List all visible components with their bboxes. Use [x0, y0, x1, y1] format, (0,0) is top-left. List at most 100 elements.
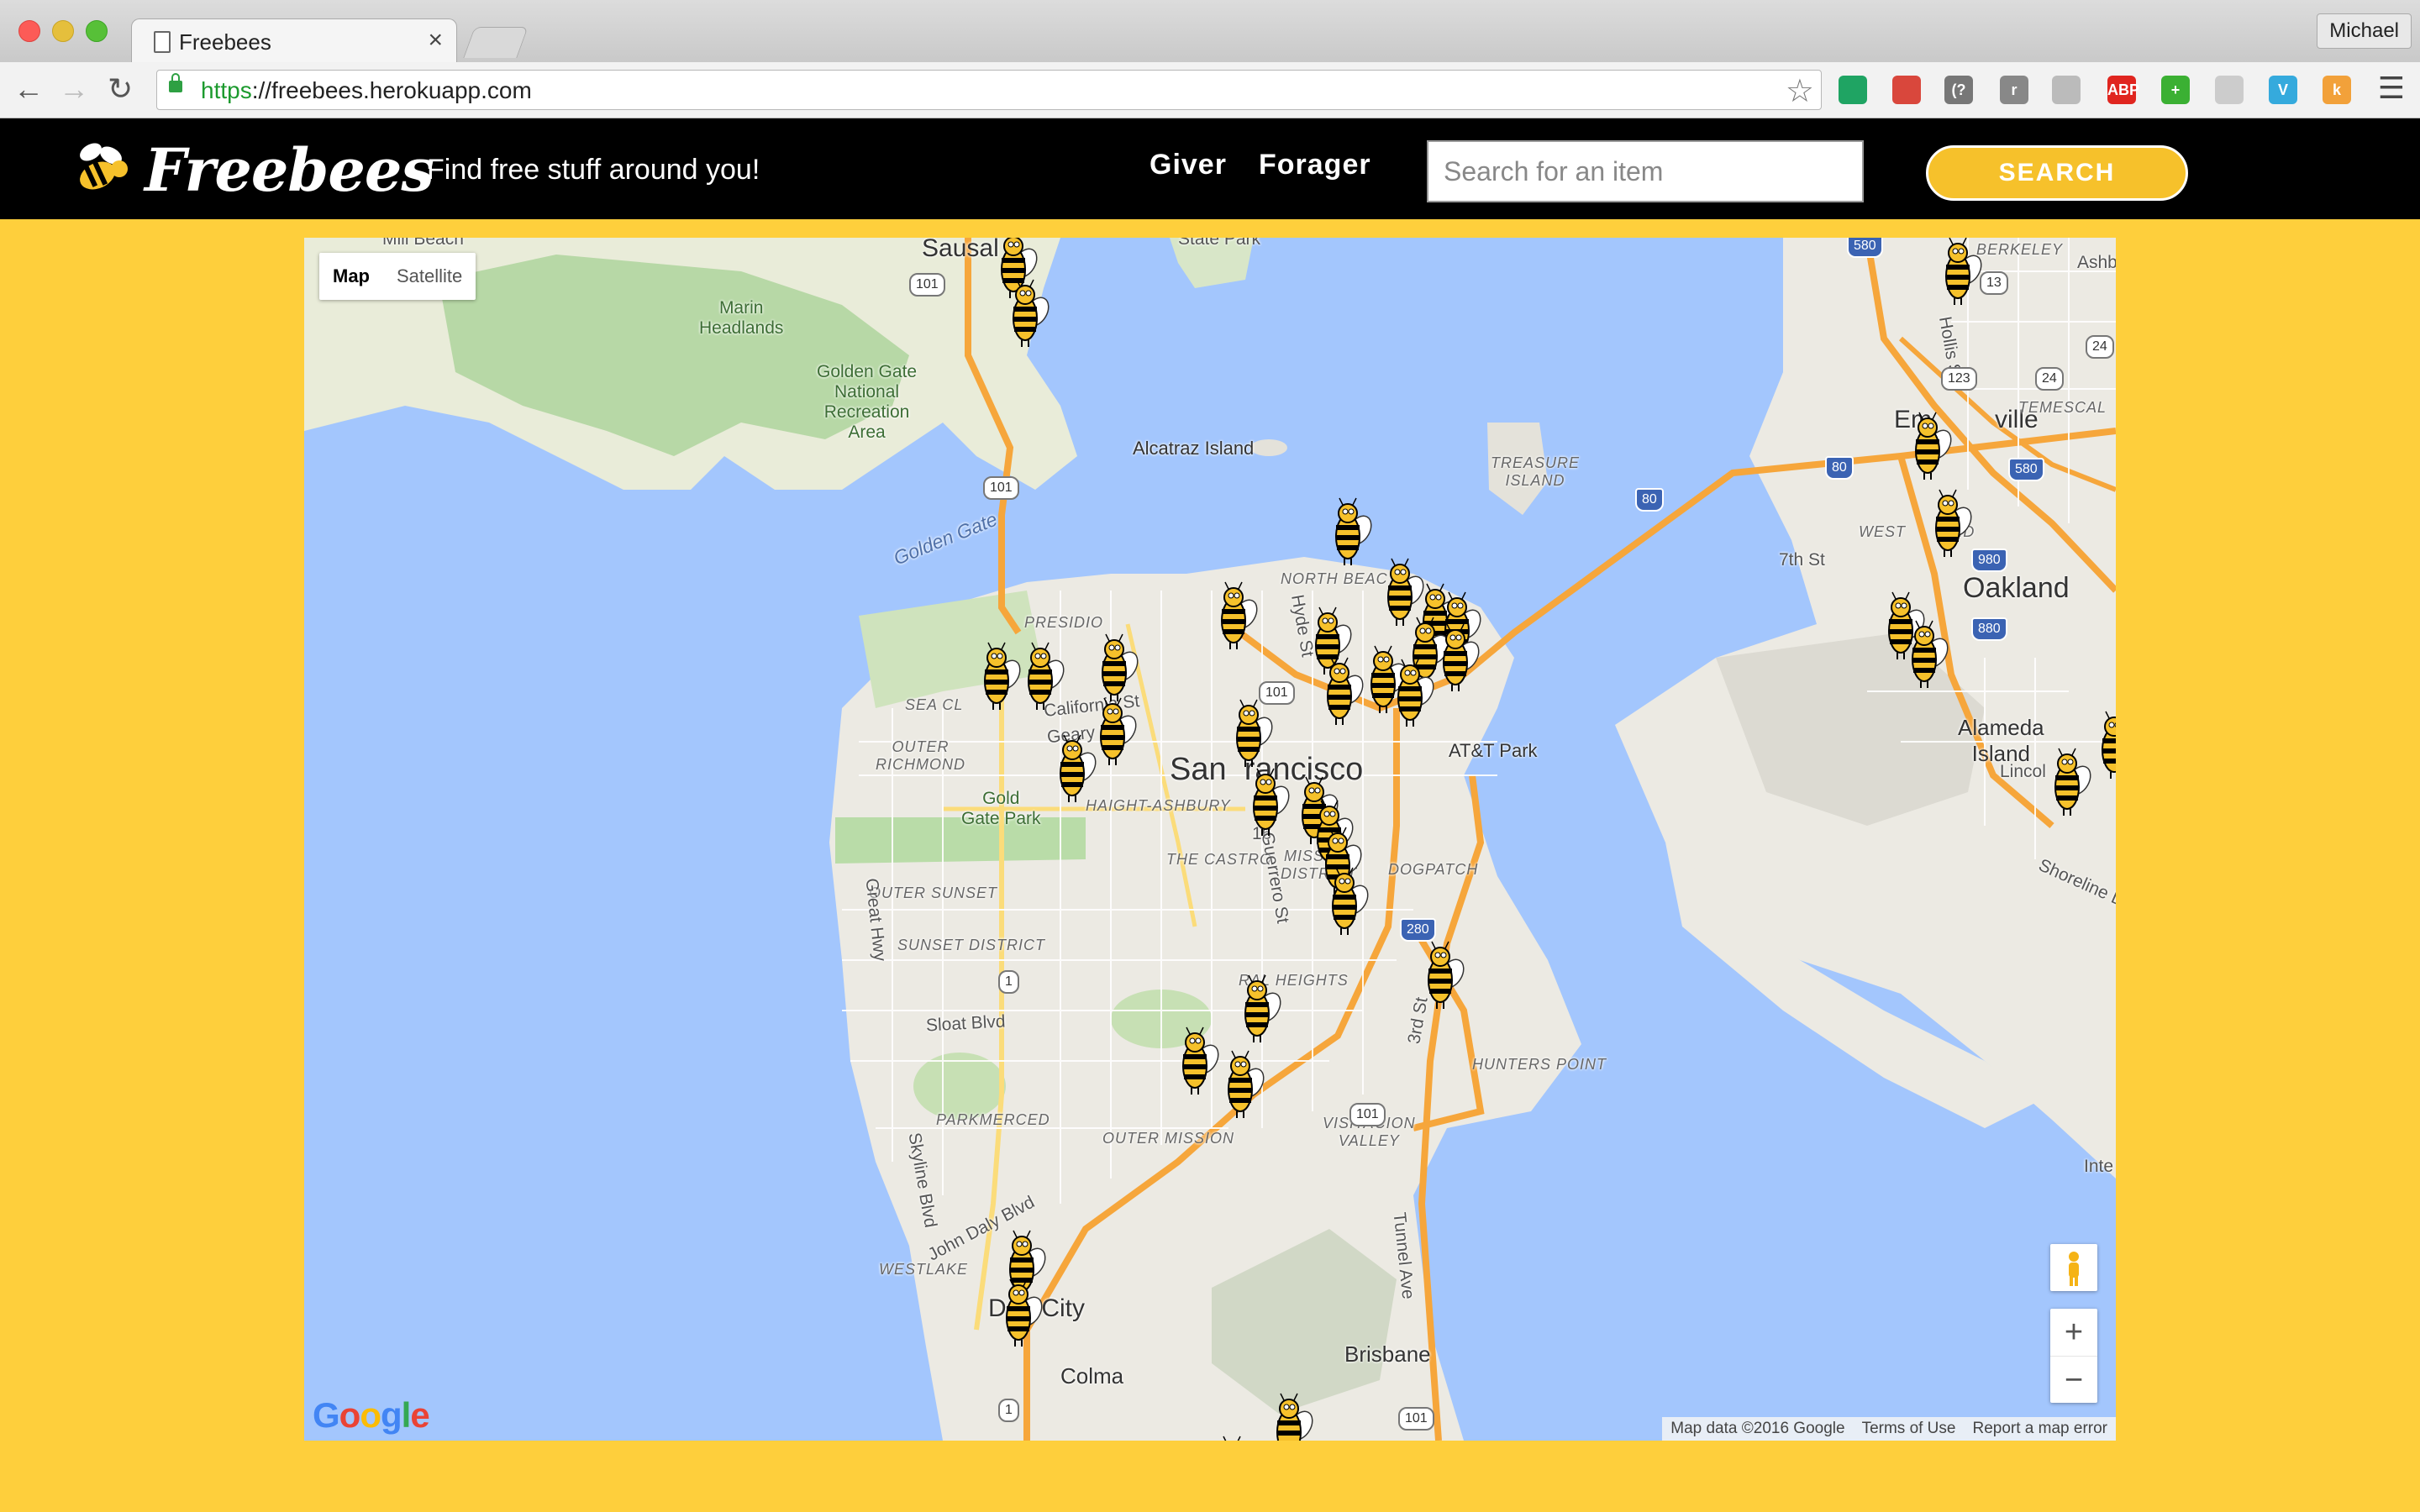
- bee-marker-icon[interactable]: [1020, 641, 1067, 711]
- map-label-colma: Colma: [1060, 1363, 1124, 1389]
- terms-of-use-link[interactable]: Terms of Use: [1854, 1417, 1965, 1441]
- search-button[interactable]: SEARCH: [1926, 145, 2188, 201]
- google-logo[interactable]: Google: [313, 1395, 430, 1436]
- map-label-mill-beach: Mill Beach: [382, 238, 464, 249]
- back-arrow-icon[interactable]: ←: [13, 71, 44, 108]
- forward-arrow-icon[interactable]: →: [59, 71, 89, 108]
- bee-marker-icon[interactable]: [1928, 488, 1975, 559]
- bee-marker-icon[interactable]: [1245, 767, 1292, 837]
- map-label-sea-cliff: SEA CL: [905, 696, 964, 713]
- window-minimize-button[interactable]: [52, 20, 74, 42]
- zoom-in-button[interactable]: +: [2050, 1309, 2097, 1356]
- map-label-alameda: Alameda Island: [1958, 715, 2044, 766]
- bee-marker-icon[interactable]: [998, 1278, 1045, 1348]
- map-label-haight-ashbury: HAIGHT-ASHBURY: [1086, 797, 1231, 814]
- bee-marker-icon[interactable]: [1938, 238, 1985, 307]
- map-label-marin-headlands: Marin Headlands: [699, 298, 784, 338]
- tab-title: Freebees: [179, 29, 271, 55]
- bee-marker-icon[interactable]: [1212, 1435, 1259, 1441]
- reload-icon[interactable]: ↻: [108, 71, 133, 108]
- bee-marker-icon[interactable]: [1228, 698, 1276, 769]
- bee-marker-icon[interactable]: [1269, 1392, 1316, 1441]
- highway-shield: 24: [2035, 367, 2064, 391]
- bee-marker-icon[interactable]: [1052, 733, 1099, 804]
- highway-shield: 101: [1398, 1407, 1434, 1431]
- adblock-plus-icon[interactable]: ABP: [2107, 76, 2139, 104]
- map-label-7th-st: 7th St: [1779, 550, 1825, 570]
- tab-close-icon[interactable]: ×: [428, 26, 443, 55]
- bee-marker-icon[interactable]: [1319, 656, 1366, 727]
- bee-marker-icon[interactable]: [1420, 940, 1467, 1011]
- bee-marker-icon[interactable]: [1213, 580, 1260, 651]
- highway-shield: 1: [998, 1399, 1019, 1422]
- map-view[interactable]: Mill Beach State Park Sausal Marin Headl…: [304, 238, 2116, 1441]
- street-view-pegman-icon[interactable]: [2050, 1244, 2097, 1291]
- search-input[interactable]: [1427, 140, 1864, 202]
- vimeo-blue-icon[interactable]: V: [2269, 76, 2297, 104]
- circle-grey-icon[interactable]: [2215, 76, 2244, 104]
- highway-shield: 980: [1971, 549, 2007, 572]
- highway-shield: 24: [2086, 335, 2114, 359]
- bee-marker-icon[interactable]: [1324, 866, 1371, 937]
- map-label-att-park: AT&T Park: [1449, 740, 1538, 761]
- zoom-out-button[interactable]: −: [2050, 1356, 2097, 1404]
- bee-marker-icon[interactable]: [1328, 496, 1375, 567]
- lock-icon: [169, 73, 182, 92]
- bee-marker-icon[interactable]: [1220, 1049, 1267, 1120]
- brand-logo[interactable]: Freebees: [145, 135, 434, 205]
- bee-marker-icon[interactable]: [2094, 710, 2116, 780]
- new-tab-button[interactable]: [463, 27, 529, 58]
- map-label-brisbane: Brisbane: [1344, 1341, 1431, 1367]
- map-label-golden-gate-park: Gold Gate Park: [961, 789, 1041, 828]
- highway-shield: 101: [1349, 1103, 1386, 1126]
- map-label-state-park: State Park: [1178, 238, 1261, 249]
- map-attribution: Map data ©2016 Google Terms of Use Repor…: [1662, 1417, 2116, 1441]
- bee-marker-icon[interactable]: [1907, 411, 1954, 481]
- bee-marker-icon[interactable]: [976, 641, 1023, 711]
- readability-icon[interactable]: r: [2000, 76, 2028, 104]
- hamburger-menu-icon[interactable]: ☰: [2378, 71, 2405, 106]
- bee-marker-icon[interactable]: [1092, 696, 1139, 767]
- bee-marker-icon[interactable]: [1904, 619, 1951, 690]
- window-close-button[interactable]: [18, 20, 40, 42]
- bookmark-red-icon[interactable]: [1892, 76, 1921, 104]
- profile-button[interactable]: Michael: [2317, 13, 2412, 49]
- map-label-sloat-blvd: Sloat Blvd: [925, 1011, 1007, 1036]
- highway-shield: 80: [1825, 456, 1854, 480]
- drive-grey-icon[interactable]: [2052, 76, 2081, 104]
- map-type-satellite-button[interactable]: Satellite: [383, 253, 476, 300]
- map-label-outer-sunset: OUTER SUNSET: [869, 885, 998, 901]
- browser-tab[interactable]: Freebees ×: [131, 18, 457, 63]
- highway-shield: 280: [1400, 918, 1436, 942]
- map-label-inte: Inte: [2084, 1157, 2114, 1176]
- highway-shield: 80: [1635, 488, 1664, 512]
- green-plus-icon[interactable]: +: [2161, 76, 2190, 104]
- window-maximize-button[interactable]: [86, 20, 108, 42]
- google-drive-icon[interactable]: [1839, 76, 1867, 104]
- document-icon: [154, 31, 171, 53]
- map-type-map-button[interactable]: Map: [319, 253, 383, 300]
- map-label-lincoln: Lincol: [2000, 762, 2046, 781]
- map-label-treasure-island: TREASURE ISLAND: [1491, 454, 1581, 489]
- orange-k-icon[interactable]: k: [2323, 76, 2351, 104]
- report-map-error-link[interactable]: Report a map error: [1964, 1417, 2116, 1441]
- map-label-dogpatch: DOGPATCH: [1388, 861, 1479, 878]
- map-label-westlake: WESTLAKE: [879, 1261, 969, 1278]
- bee-marker-icon[interactable]: [1390, 658, 1437, 728]
- bee-marker-icon[interactable]: [2047, 747, 2094, 817]
- nav-forager-link[interactable]: Forager: [1259, 149, 1371, 181]
- map-label-temescal: TEMESCAL: [2018, 399, 2107, 416]
- wifi-question-icon[interactable]: (?: [1944, 76, 1973, 104]
- url-text[interactable]: https://freebees.herokuapp.com: [201, 77, 532, 104]
- address-bar[interactable]: https://freebees.herokuapp.com ☆: [156, 70, 1822, 110]
- bee-marker-icon[interactable]: [1175, 1026, 1222, 1096]
- tagline: Find free stuff around you!: [427, 154, 760, 186]
- bee-marker-icon[interactable]: [1237, 974, 1284, 1044]
- bee-marker-icon[interactable]: [1435, 622, 1482, 693]
- bookmark-star-icon[interactable]: ☆: [1786, 72, 1814, 110]
- map-label-berkeley: BERKELEY: [1976, 241, 2064, 258]
- nav-giver-link[interactable]: Giver: [1150, 149, 1227, 181]
- highway-shield: 101: [983, 476, 1019, 500]
- bee-marker-icon[interactable]: [1094, 633, 1141, 703]
- bee-marker-icon[interactable]: [1005, 278, 1052, 349]
